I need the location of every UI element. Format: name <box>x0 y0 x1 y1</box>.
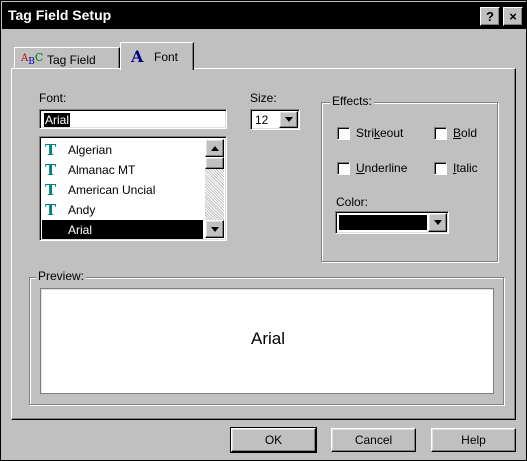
font-list[interactable]: T Algerian T Almanac MT T American Uncia… <box>39 136 227 241</box>
font-name-input[interactable]: Arial <box>39 109 227 129</box>
arrow-down-icon <box>211 227 219 232</box>
tab-font-label: Font <box>154 50 179 64</box>
bold-checkbox[interactable] <box>434 127 447 140</box>
underline-checkbox[interactable] <box>337 162 350 175</box>
preview-box: Arial <box>40 288 494 394</box>
list-item[interactable]: T American Uncial <box>42 180 203 200</box>
font-a-icon: A <box>131 47 144 66</box>
italic-checkbox[interactable] <box>434 162 447 175</box>
scroll-down-button[interactable] <box>205 220 224 238</box>
abc-icon: ABC <box>21 51 44 67</box>
font-list-scrollbar[interactable] <box>205 139 224 238</box>
window-title: Tag Field Setup <box>8 7 112 23</box>
size-label: Size: <box>250 91 277 105</box>
underline-label[interactable]: Underline <box>356 161 407 175</box>
effects-title: Effects: <box>330 94 374 108</box>
scroll-thumb[interactable] <box>205 157 224 169</box>
tab-tag-field[interactable]: ABC Tag Field <box>14 47 120 69</box>
color-combobox[interactable] <box>335 211 449 234</box>
help-title-button[interactable]: ? <box>480 7 500 26</box>
font-tab-panel: Font: Arial T Algerian T Almanac MT T Am… <box>11 68 516 420</box>
chevron-down-icon <box>285 117 293 122</box>
size-dropdown-button[interactable] <box>279 111 298 128</box>
list-item[interactable]: T Algerian <box>42 140 203 160</box>
strikeout-label[interactable]: Strikeout <box>356 126 403 140</box>
truetype-icon: T <box>45 141 57 159</box>
chevron-down-icon <box>434 220 442 225</box>
truetype-icon: T <box>45 221 57 239</box>
list-item[interactable]: T Andy <box>42 200 203 220</box>
close-title-button[interactable]: × <box>503 7 523 26</box>
tab-font[interactable]: A Font <box>120 42 194 70</box>
color-dropdown-button[interactable] <box>428 213 447 232</box>
truetype-icon: T <box>45 181 57 199</box>
preview-title: Preview: <box>36 269 87 283</box>
color-label: Color: <box>336 195 369 209</box>
help-button[interactable]: Help <box>431 428 516 452</box>
size-value: 12 <box>255 113 269 127</box>
dialog-window: Tag Field Setup ? × ABC Tag Field A Font… <box>0 0 527 461</box>
bold-label[interactable]: Bold <box>453 126 477 140</box>
truetype-icon: T <box>45 161 57 179</box>
truetype-icon: T <box>45 201 57 219</box>
list-item-selected[interactable]: T Arial <box>42 220 203 239</box>
italic-label[interactable]: Italic <box>453 161 478 175</box>
arrow-up-icon <box>211 146 219 151</box>
list-item[interactable]: T Almanac MT <box>42 160 203 180</box>
tab-tag-field-label: Tag Field <box>47 53 96 67</box>
ok-button[interactable]: OK <box>230 427 317 453</box>
preview-text: Arial <box>250 329 285 348</box>
title-bar[interactable]: Tag Field Setup ? × <box>2 2 527 29</box>
scroll-up-button[interactable] <box>205 139 224 157</box>
color-swatch <box>339 215 427 230</box>
strikeout-checkbox[interactable] <box>337 127 350 140</box>
font-label: Font: <box>39 91 67 105</box>
font-name-value: Arial <box>44 113 71 127</box>
size-combobox[interactable]: 12 <box>250 109 300 130</box>
cancel-button[interactable]: Cancel <box>331 428 416 452</box>
